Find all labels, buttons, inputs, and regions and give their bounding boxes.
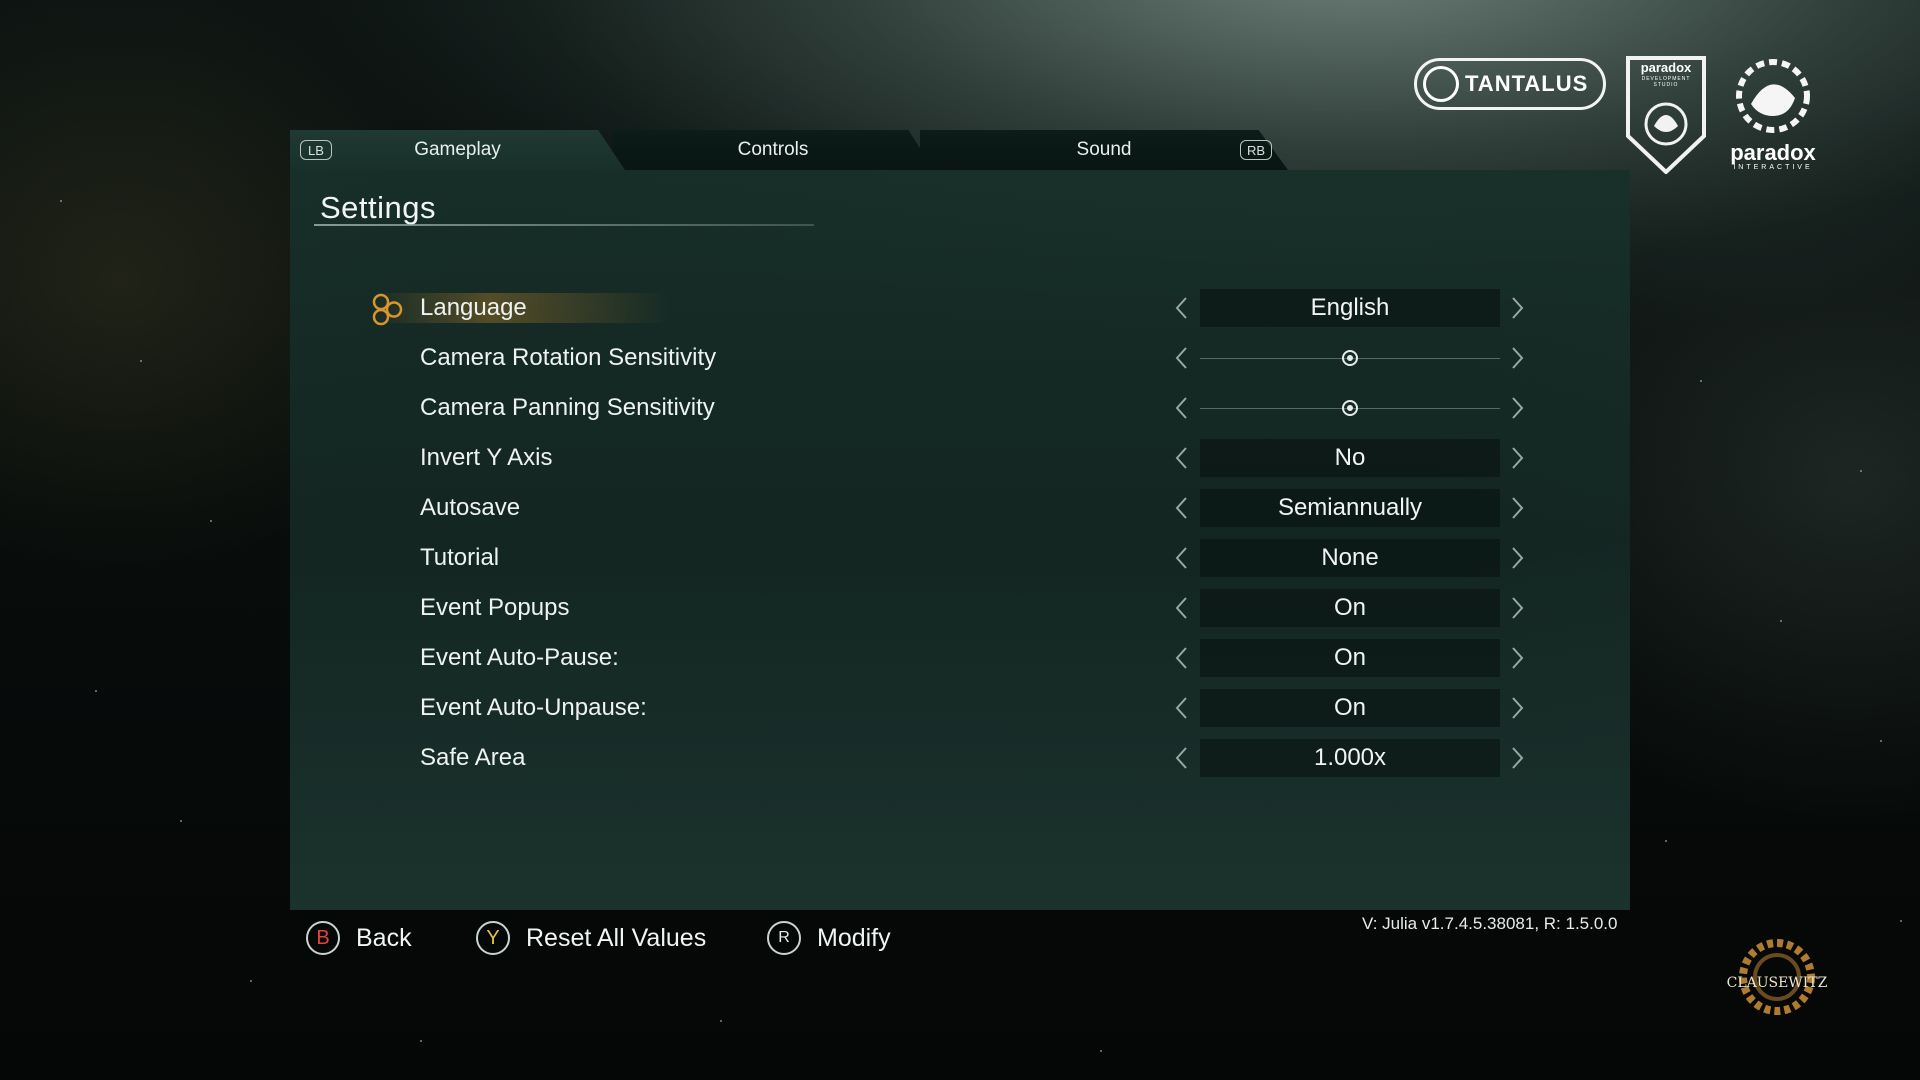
- page-title: Settings: [320, 190, 437, 225]
- reset-label: Reset All Values: [526, 923, 707, 952]
- modify-button[interactable]: R Modify: [767, 918, 891, 958]
- tab-sound[interactable]: Sound: [920, 130, 1288, 170]
- increase-arrow-icon[interactable]: [1505, 295, 1529, 321]
- sensitivity-slider[interactable]: [1200, 383, 1500, 433]
- r-button-icon: R: [767, 921, 801, 955]
- decrease-arrow-icon[interactable]: [1170, 745, 1194, 771]
- decrease-arrow-icon[interactable]: [1170, 495, 1194, 521]
- decrease-arrow-icon[interactable]: [1170, 695, 1194, 721]
- setting-value: On: [1200, 689, 1500, 727]
- decrease-arrow-icon[interactable]: [1170, 345, 1194, 371]
- setting-label: Safe Area: [420, 744, 526, 771]
- increase-arrow-icon[interactable]: [1505, 645, 1529, 671]
- increase-arrow-icon[interactable]: [1505, 745, 1529, 771]
- setting-label: Invert Y Axis: [420, 444, 553, 471]
- setting-label: Event Auto-Pause:: [420, 644, 619, 671]
- back-button[interactable]: B Back: [306, 918, 412, 958]
- setting-value: English: [1200, 289, 1500, 327]
- back-label: Back: [356, 923, 412, 952]
- reset-all-values-button[interactable]: Y Reset All Values: [476, 918, 706, 958]
- setting-label: Event Popups: [420, 594, 570, 621]
- y-button-icon: Y: [476, 921, 510, 955]
- increase-arrow-icon[interactable]: [1505, 595, 1529, 621]
- version-text: V: Julia v1.7.4.5.38081, R: 1.5.0.0: [1362, 914, 1618, 933]
- clausewitz-logo-text: CLAUSEWITZ: [1726, 975, 1828, 991]
- setting-value: None: [1200, 539, 1500, 577]
- tantalus-logo: TANTALUS: [1414, 58, 1606, 110]
- decrease-arrow-icon[interactable]: [1170, 595, 1194, 621]
- decrease-arrow-icon[interactable]: [1170, 395, 1194, 421]
- tab-controls[interactable]: Controls: [612, 130, 934, 170]
- tab-sound-label: Sound: [1076, 139, 1132, 160]
- title-divider: [314, 224, 814, 226]
- setting-value: Semiannually: [1200, 489, 1500, 527]
- setting-label: Event Auto-Unpause:: [420, 694, 647, 721]
- pds-logo-text: paradox: [1640, 60, 1692, 75]
- paradox-interactive-logo: paradox INTERACTIVE: [1716, 52, 1830, 172]
- slider-knob[interactable]: [1342, 350, 1358, 366]
- setting-value: 1.000x: [1200, 739, 1500, 777]
- setting-row-safe-area[interactable]: Safe Area 1.000x: [290, 733, 1630, 783]
- setting-value: On: [1200, 639, 1500, 677]
- decrease-arrow-icon[interactable]: [1170, 545, 1194, 571]
- tab-gameplay-label: Gameplay: [414, 139, 501, 160]
- decrease-arrow-icon[interactable]: [1170, 295, 1194, 321]
- b-button-icon: B: [306, 921, 340, 955]
- setting-label: Tutorial: [420, 544, 500, 571]
- setting-row-camera-rotation-sensitivity[interactable]: Camera Rotation Sensitivity: [290, 333, 1630, 383]
- tantalus-emblem-icon: [1423, 66, 1459, 102]
- decrease-arrow-icon[interactable]: [1170, 445, 1194, 471]
- setting-label: Language: [420, 294, 527, 321]
- r-glyph: R: [778, 929, 790, 946]
- tab-controls-label: Controls: [737, 139, 809, 160]
- slider-knob[interactable]: [1342, 400, 1358, 416]
- setting-row-camera-panning-sensitivity[interactable]: Camera Panning Sensitivity: [290, 383, 1630, 433]
- setting-value: No: [1200, 439, 1500, 477]
- selection-hex-icon: [372, 293, 403, 326]
- setting-label: Camera Rotation Sensitivity: [420, 344, 717, 371]
- setting-row-event-auto-unpause[interactable]: Event Auto-Unpause: On: [290, 683, 1630, 733]
- setting-label: Camera Panning Sensitivity: [420, 394, 715, 421]
- b-glyph: B: [316, 926, 330, 949]
- rb-button-icon[interactable]: RB: [1240, 140, 1272, 160]
- sensitivity-slider[interactable]: [1200, 333, 1500, 383]
- paradox-logo-sub: INTERACTIVE: [1733, 164, 1813, 171]
- setting-value: On: [1200, 589, 1500, 627]
- tantalus-logo-text: TANTALUS: [1465, 71, 1589, 96]
- increase-arrow-icon[interactable]: [1505, 695, 1529, 721]
- decrease-arrow-icon[interactable]: [1170, 645, 1194, 671]
- modify-label: Modify: [817, 923, 891, 952]
- paradox-rhino-icon: [1736, 59, 1810, 133]
- setting-row-tutorial[interactable]: Tutorial None: [290, 533, 1630, 583]
- y-glyph: Y: [486, 926, 500, 949]
- clausewitz-engine-logo: CLAUSEWITZ: [1722, 935, 1832, 1020]
- paradox-development-studio-logo: paradox DEVELOPMENT STUDIO: [1626, 56, 1706, 175]
- setting-row-event-popups[interactable]: Event Popups On: [290, 583, 1630, 633]
- paradox-logo-text: paradox: [1730, 140, 1816, 165]
- setting-label: Autosave: [420, 494, 521, 521]
- settings-panel: Settings Language English Camera Rotation …: [290, 170, 1630, 910]
- increase-arrow-icon[interactable]: [1505, 345, 1529, 371]
- lb-button-icon[interactable]: LB: [300, 140, 332, 160]
- increase-arrow-icon[interactable]: [1505, 495, 1529, 521]
- setting-row-autosave[interactable]: Autosave Semiannually: [290, 483, 1630, 533]
- tab-gameplay[interactable]: Gameplay: [290, 130, 625, 170]
- increase-arrow-icon[interactable]: [1505, 395, 1529, 421]
- setting-row-language[interactable]: Language English: [290, 283, 1630, 333]
- increase-arrow-icon[interactable]: [1505, 545, 1529, 571]
- increase-arrow-icon[interactable]: [1505, 445, 1529, 471]
- setting-row-invert-y-axis[interactable]: Invert Y Axis No: [290, 433, 1630, 483]
- settings-tab-bar: Sound Controls Gameplay LB RB: [290, 130, 1293, 170]
- setting-row-event-auto-pause[interactable]: Event Auto-Pause: On: [290, 633, 1630, 683]
- pds-logo-sub: DEVELOPMENT STUDIO: [1641, 76, 1691, 88]
